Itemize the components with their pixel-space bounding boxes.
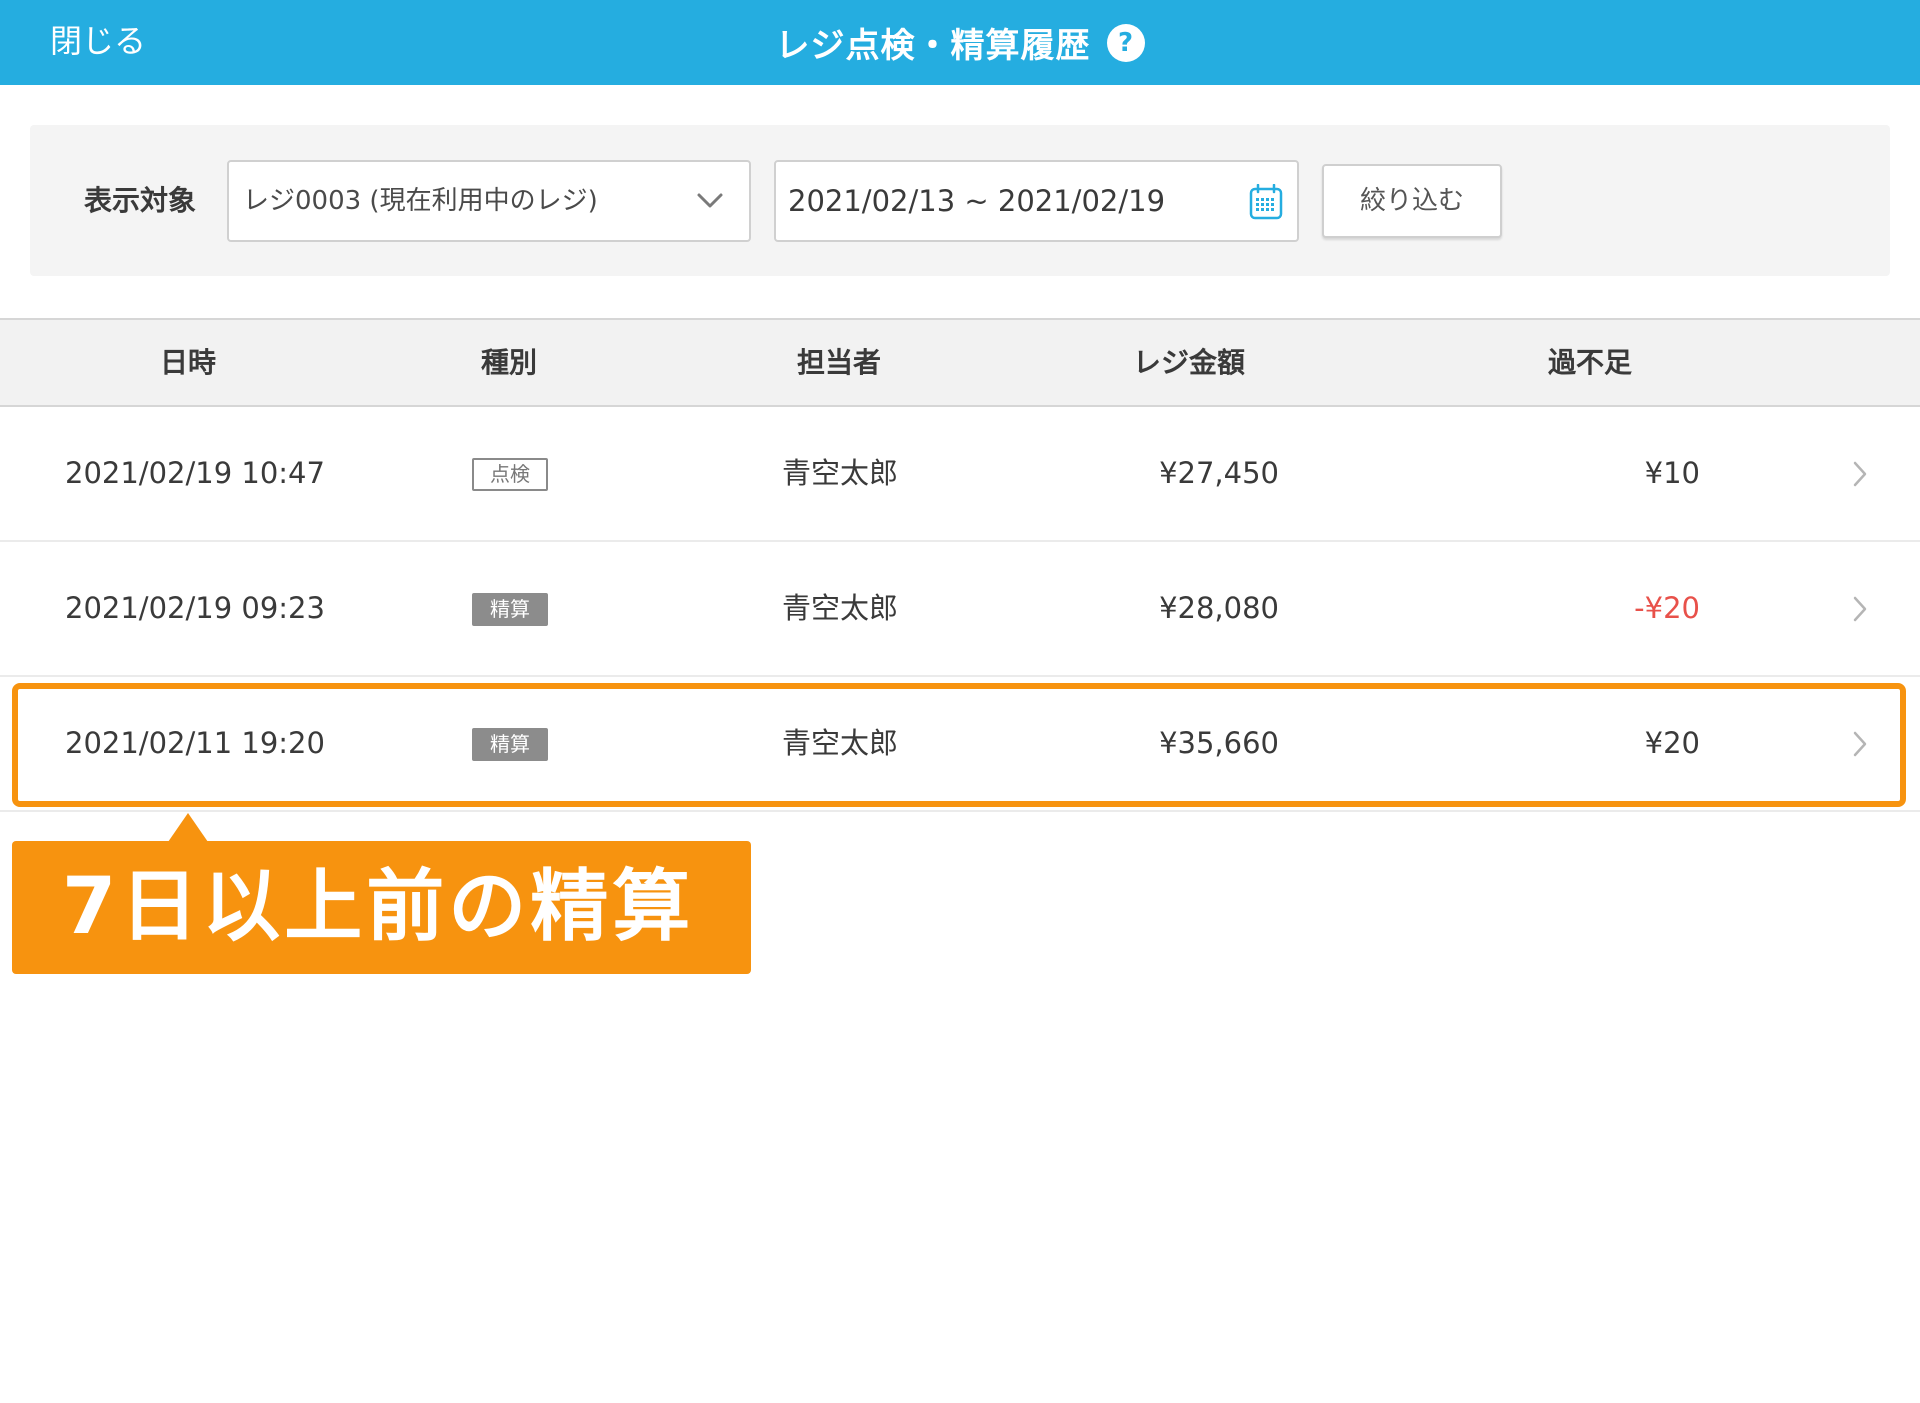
row-amount: ¥27,450 [1159, 456, 1279, 490]
callout-pointer [168, 813, 208, 842]
type-badge-settlement: 精算 [472, 728, 548, 761]
row-amount: ¥35,660 [1159, 726, 1279, 760]
row-datetime: 2021/02/11 19:20 [65, 726, 325, 760]
date-range-field[interactable]: 2021/02/13 ~ 2021/02/19 [774, 160, 1299, 242]
row-diff: -¥20 [1634, 591, 1700, 625]
column-header-staff: 担当者 [796, 346, 882, 379]
title-area: レジ点検・精算履歴 ? [0, 0, 1920, 85]
column-header-type: 種別 [480, 346, 538, 379]
row-diff: ¥20 [1644, 726, 1700, 760]
register-select-value: レジ0003 (現在利用中のレジ) [243, 186, 598, 216]
filter-label: 表示対象 [84, 184, 197, 217]
chevron-right-icon [1853, 731, 1867, 757]
row-diff: ¥10 [1644, 456, 1700, 490]
register-select[interactable]: レジ0003 (現在利用中のレジ) [227, 160, 751, 242]
table-header: 日時 種別 担当者 レジ金額 過不足 [0, 318, 1920, 407]
row-staff: 青空太郎 [782, 456, 899, 490]
callout-text: 7日以上前の精算 [62, 862, 695, 952]
page-title: レジ点検・精算履歴 [775, 26, 1091, 66]
column-header-datetime: 日時 [159, 346, 217, 379]
table-row[interactable]: 2021/02/19 09:23 精算 青空太郎 ¥28,080 -¥20 [0, 542, 1920, 677]
help-icon[interactable]: ? [1106, 23, 1145, 62]
app-header: 閉じる レジ点検・精算履歴 ? [0, 0, 1920, 85]
column-header-diff: 過不足 [1547, 346, 1633, 379]
row-staff: 青空太郎 [782, 726, 899, 760]
row-amount: ¥28,080 [1159, 591, 1279, 625]
table-row[interactable]: 2021/02/11 19:20 精算 青空太郎 ¥35,660 ¥20 [0, 677, 1920, 812]
type-badge-check: 点検 [472, 458, 548, 491]
row-datetime: 2021/02/19 10:47 [65, 456, 325, 490]
chevron-right-icon [1853, 596, 1867, 622]
table-row[interactable]: 2021/02/19 10:47 点検 青空太郎 ¥27,450 ¥10 [0, 407, 1920, 542]
date-range-value: 2021/02/13 ~ 2021/02/19 [788, 184, 1166, 218]
row-staff: 青空太郎 [782, 591, 899, 625]
column-header-amount: レジ金額 [1132, 346, 1246, 379]
row-datetime: 2021/02/19 09:23 [65, 591, 325, 625]
filter-button[interactable]: 絞り込む [1322, 164, 1502, 238]
type-badge-settlement: 精算 [472, 593, 548, 626]
filter-panel: 表示対象 レジ0003 (現在利用中のレジ) 2021/02/13 ~ 2021… [30, 125, 1890, 276]
annotation-callout: 7日以上前の精算 [12, 841, 751, 974]
chevron-right-icon [1853, 461, 1867, 487]
calendar-icon[interactable] [1249, 184, 1283, 220]
chevron-down-icon [697, 193, 723, 208]
